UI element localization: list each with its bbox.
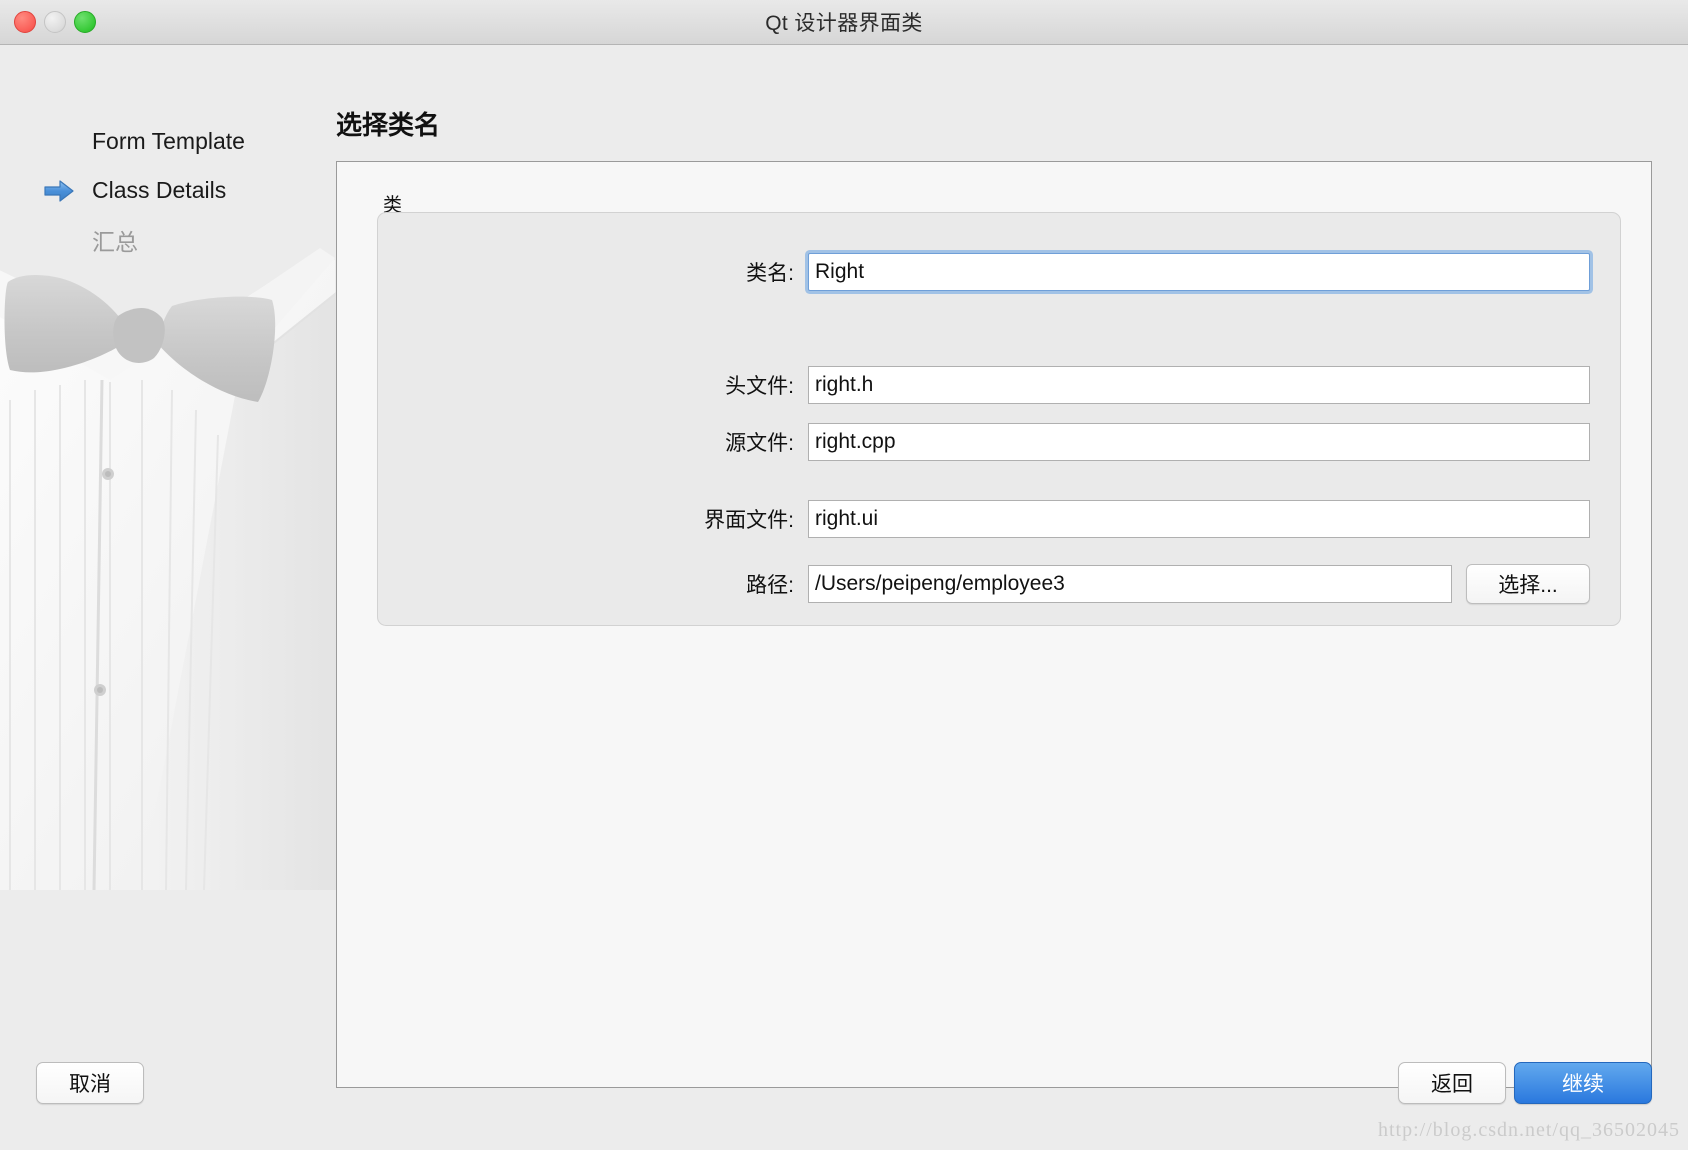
dialog-content: Form Template Class Details 汇总 选择类名 类 类名… [0,45,1688,1150]
form-row-source-file: 源文件: right.cpp [378,423,1620,461]
sidebar-step-label: Class Details [92,177,227,203]
ui-file-input[interactable]: right.ui [808,500,1590,538]
form-row-class-name: 类名: Right [378,253,1620,291]
main-pane: 选择类名 类 类名: Right 头文件: right.h 源文件: right… [336,45,1688,1150]
choose-path-button[interactable]: 选择... [1466,564,1590,604]
sidebar-step-summary[interactable]: 汇总 [0,215,336,264]
header-file-label: 头文件: [725,375,794,398]
class-details-panel: 类 类名: Right 头文件: right.h 源文件: right.cpp … [336,161,1652,1088]
tuxedo-bowtie-artwork-icon [0,230,336,891]
sidebar-step-form-template[interactable]: Form Template [0,117,336,166]
header-file-input[interactable]: right.h [808,366,1590,404]
window-title: Qt 设计器界面类 [765,12,923,35]
cancel-button[interactable]: 取消 [36,1062,144,1104]
qt-designer-form-class-dialog: Qt 设计器界面类 Form Template Class Details 汇总… [0,0,1688,1150]
class-name-input[interactable]: Right [808,253,1590,291]
form-row-ui-file: 界面文件: right.ui [378,500,1620,538]
class-name-label: 类名: [746,262,794,285]
source-file-label: 源文件: [725,432,794,455]
page-title: 选择类名 [336,110,441,140]
source-file-input[interactable]: right.cpp [808,423,1590,461]
path-input[interactable]: /Users/peipeng/employee3 [808,565,1452,603]
traffic-light-controls [14,0,96,44]
path-label: 路径: [746,574,794,597]
wizard-steps-sidebar: Form Template Class Details 汇总 [0,45,336,1150]
title-bar: Qt 设计器界面类 [0,0,1688,45]
ui-file-label: 界面文件: [704,509,794,532]
right-arrow-icon [44,179,74,203]
sidebar-step-class-details[interactable]: Class Details [0,166,336,215]
sidebar-step-label: Form Template [92,128,245,154]
form-row-path: 路径: /Users/peipeng/employee3 选择... [378,564,1620,604]
close-window-button[interactable] [14,11,36,33]
back-button[interactable]: 返回 [1398,1062,1506,1104]
sidebar-step-label: 汇总 [92,228,138,255]
continue-button[interactable]: 继续 [1514,1062,1652,1104]
zoom-window-button[interactable] [74,11,96,33]
minimize-window-button[interactable] [44,11,66,33]
form-row-header-file: 头文件: right.h [378,366,1620,404]
class-fields-group: 类名: Right 头文件: right.h 源文件: right.cpp 界面… [377,212,1621,626]
